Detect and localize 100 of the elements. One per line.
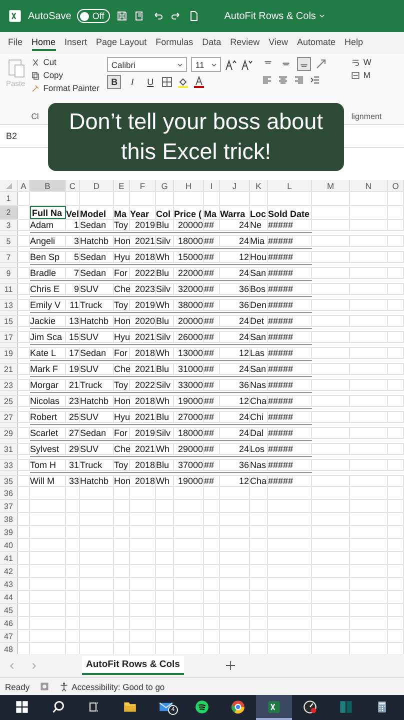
row-header[interactable]: 2	[0, 206, 18, 219]
menu-tab[interactable]: Review	[230, 35, 260, 51]
table-cell: #####	[268, 348, 312, 358]
column-header[interactable]: I	[204, 180, 220, 191]
grow-font-icon[interactable]	[225, 58, 238, 70]
row-header[interactable]: 7	[0, 252, 18, 262]
accessibility-status[interactable]: Accessibility: Good to go	[72, 682, 165, 692]
row-header[interactable]: 39	[0, 526, 18, 538]
clipboard-item[interactable]: Copy	[31, 70, 100, 80]
column-header[interactable]: G	[156, 180, 174, 191]
column-header[interactable]: M	[312, 180, 350, 191]
format-button[interactable]: U	[143, 75, 158, 89]
table-cell: Will M	[30, 476, 66, 486]
row-header[interactable]: 19	[0, 348, 18, 358]
redo-icon[interactable]	[170, 10, 182, 22]
orientation-icon[interactable]	[315, 58, 328, 70]
format-button[interactable]: I	[125, 75, 140, 89]
column-header[interactable]: C	[66, 180, 80, 191]
row-header[interactable]: 46	[0, 617, 18, 629]
column-header[interactable]: A	[18, 180, 30, 191]
menu-tab[interactable]: Automate	[297, 35, 336, 51]
table-cell: 2019	[130, 428, 156, 438]
row-header[interactable]: 29	[0, 428, 18, 438]
book-icon	[338, 700, 354, 714]
row-header[interactable]: 27	[0, 412, 18, 422]
format-button[interactable]: B	[107, 75, 122, 89]
row-header[interactable]: 41	[0, 552, 18, 564]
new-file-icon[interactable]	[188, 10, 200, 22]
table-cell: ##	[204, 476, 220, 486]
row-header[interactable]: 31	[0, 444, 18, 454]
row-header[interactable]: 23	[0, 380, 18, 390]
column-header[interactable]: B	[30, 180, 66, 191]
row-header[interactable]: 21	[0, 364, 18, 374]
shrink-font-icon[interactable]	[241, 58, 254, 70]
save-icon[interactable]	[116, 10, 128, 22]
column-header[interactable]: F	[130, 180, 156, 191]
font-color-icon[interactable]	[193, 76, 206, 88]
menu-tab[interactable]: Help	[344, 35, 364, 51]
row-header[interactable]: 35	[0, 476, 18, 486]
align-right-icon[interactable]	[293, 74, 306, 86]
add-sheet-button[interactable]	[226, 661, 235, 670]
column-header[interactable]: D	[80, 180, 114, 191]
column-header[interactable]: N	[350, 180, 388, 191]
menu-tab[interactable]: Data	[202, 35, 222, 51]
row-header[interactable]: 36	[0, 487, 18, 499]
table-cell: Sedan	[80, 348, 114, 358]
table-cell: Tom H	[30, 460, 66, 470]
row-header[interactable]: 17	[0, 332, 18, 342]
column-header[interactable]: K	[250, 180, 268, 191]
menu-tab[interactable]: Page Layout	[96, 35, 147, 51]
row-header[interactable]: 47	[0, 630, 18, 642]
fill-color-icon[interactable]	[177, 76, 190, 88]
menu-tab[interactable]: Formulas	[156, 35, 194, 51]
clipboard-item[interactable]: Cut	[31, 57, 100, 67]
column-header[interactable]: J	[220, 180, 250, 191]
menu-tab[interactable]: Insert	[64, 35, 88, 51]
align-button[interactable]	[297, 57, 312, 71]
row-header[interactable]: 43	[0, 578, 18, 590]
row-header[interactable]: 13	[0, 300, 18, 310]
row-header[interactable]: 9	[0, 268, 18, 278]
sheet-tab[interactable]: AutoFit Rows & Cols	[82, 656, 184, 675]
merge-button[interactable]: M	[351, 70, 382, 80]
row-header[interactable]: 37	[0, 500, 18, 512]
row-header[interactable]: 40	[0, 539, 18, 551]
chevron-down-icon	[211, 62, 218, 68]
row-header[interactable]: 44	[0, 591, 18, 603]
menu-tab[interactable]: Home	[32, 35, 56, 51]
clipboard-item[interactable]: Format Painter	[31, 83, 100, 93]
table-cell: 26000	[174, 332, 204, 342]
row-header[interactable]: 38	[0, 513, 18, 525]
table-cell: Bos	[250, 284, 268, 294]
row-header[interactable]: 48	[0, 643, 18, 654]
font-name-field[interactable]: Calibri	[107, 57, 188, 72]
row-header[interactable]: 25	[0, 396, 18, 406]
row-header[interactable]: 15	[0, 316, 18, 326]
table-cell: Silv	[156, 428, 174, 438]
column-header[interactable]: O	[388, 180, 404, 191]
row-header[interactable]: 3	[0, 220, 18, 230]
borders-icon[interactable]	[161, 76, 174, 88]
column-header[interactable]: H	[174, 180, 204, 191]
undo-icon[interactable]	[152, 10, 164, 22]
row-header[interactable]: 33	[0, 460, 18, 470]
row-header[interactable]: 1	[0, 192, 18, 205]
autosave-toggle[interactable]: Off	[77, 9, 110, 23]
indent-icon[interactable]	[309, 74, 322, 86]
column-header[interactable]: E	[114, 180, 130, 191]
row-header[interactable]: 11	[0, 284, 18, 294]
caption-text: Don’t tell your boss about	[69, 108, 323, 136]
row-header[interactable]: 45	[0, 604, 18, 616]
menu-tab[interactable]: File	[8, 35, 23, 51]
document-title[interactable]: AutoFit Rows & Cols	[224, 10, 325, 22]
row-header[interactable]: 5	[0, 236, 18, 246]
table-cell: #####	[268, 476, 312, 486]
font-size-field[interactable]: 11	[191, 57, 222, 72]
align-left-icon[interactable]	[261, 74, 274, 86]
wrap-text-button[interactable]: W	[351, 57, 382, 67]
row-header[interactable]: 42	[0, 565, 18, 577]
align-center-icon[interactable]	[277, 74, 290, 86]
column-header[interactable]: L	[268, 180, 312, 191]
menu-tab[interactable]: View	[268, 35, 288, 51]
